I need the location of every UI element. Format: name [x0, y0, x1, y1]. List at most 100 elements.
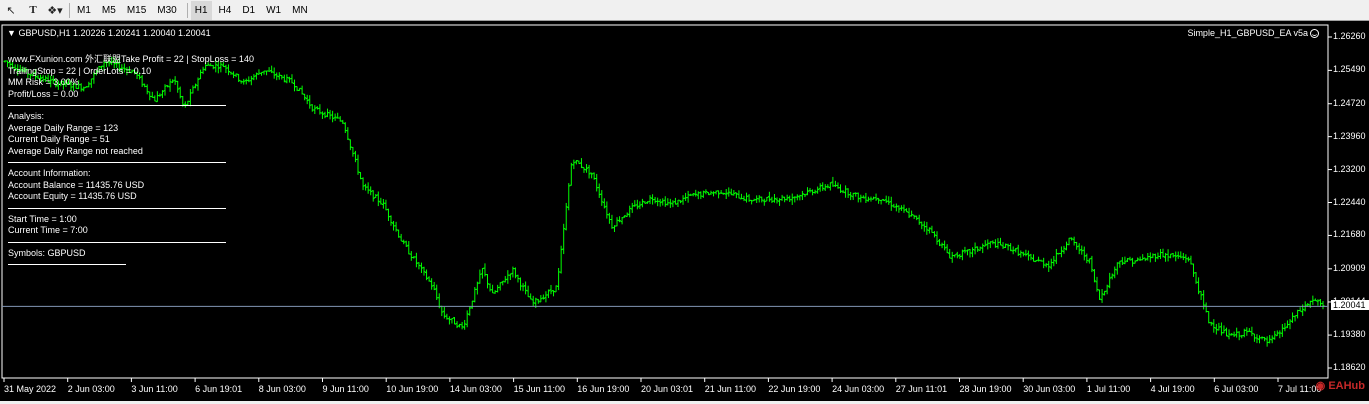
time-tick-label: 21 Jun 11:00: [704, 384, 757, 394]
timeframe-h4[interactable]: H4: [215, 1, 236, 20]
ohlc-bar: [1054, 248, 1058, 264]
ohlc-bar: [529, 293, 533, 300]
ohlc-bar: [480, 267, 484, 279]
ohlc-bar: [780, 194, 784, 201]
ohlc-bar: [1293, 315, 1297, 322]
ohlc-bar: [519, 277, 523, 291]
ohlc-bar: [414, 252, 418, 268]
timeframe-d1[interactable]: D1: [238, 1, 259, 20]
symbol-ohlc-text: GBPUSD,H1 1.20226 1.20241 1.20040 1.2004…: [18, 28, 211, 38]
ohlc-bar: [661, 198, 665, 206]
expert-advisor-name: Simple_H1_GBPUSD_EA v5a: [1187, 28, 1308, 38]
ohlc-bar: [569, 162, 573, 186]
ohlc-bar: [486, 274, 490, 289]
ohlc-bar: [963, 246, 967, 254]
ohlc-bar: [1161, 248, 1165, 258]
ohlc-bar: [351, 146, 355, 157]
ohlc-bar: [849, 191, 853, 201]
ohlc-bar: [635, 199, 639, 210]
ohlc-bar: [960, 249, 964, 261]
ohlc-bar: [772, 194, 776, 203]
timeframe-w1[interactable]: W1: [262, 1, 285, 20]
analysis-status: Average Daily Range not reached: [8, 145, 143, 156]
ohlc-bar: [587, 164, 591, 179]
time-tick-label: 2 Jun 03:00: [67, 384, 115, 394]
ohlc-bar: [767, 191, 771, 202]
ohlc-bar: [282, 74, 286, 83]
account-balance: Account Balance = 11435.76 USD: [8, 179, 145, 190]
ohlc-bar: [856, 192, 860, 203]
eahub-logo-icon: ◉: [1315, 380, 1326, 392]
shapes-dropdown-icon[interactable]: ❖▾: [44, 1, 66, 20]
ohlc-bar: [361, 177, 365, 191]
ohlc-bar: [1191, 263, 1195, 277]
timeframe-h1[interactable]: H1: [190, 0, 212, 20]
ohlc-bar: [450, 318, 454, 324]
ohlc-bar: [615, 217, 619, 227]
ohlc-bar: [1212, 319, 1216, 333]
price-chart[interactable]: ▼ GBPUSD,H1 1.20226 1.20241 1.20040 1.20…: [0, 23, 1369, 401]
ohlc-bar: [1049, 258, 1053, 270]
ohlc-bar: [407, 241, 411, 255]
ohlc-bar: [544, 291, 548, 303]
ohlc-bar: [409, 251, 413, 261]
current-price-label: 1.20041: [1331, 300, 1369, 311]
ohlc-bar: [628, 205, 632, 218]
ohlc-bar: [1113, 266, 1117, 279]
watermark: ◉ EAHub: [1316, 379, 1365, 392]
cursor-icon[interactable]: ↖: [0, 1, 22, 20]
ohlc-bar: [1065, 241, 1069, 251]
ohlc-bar: [447, 316, 451, 325]
ohlc-bar: [1098, 289, 1102, 300]
ohlc-bar: [572, 159, 576, 170]
ohlc-bar: [760, 196, 764, 203]
timeframe-mn[interactable]: MN: [288, 1, 312, 20]
info-divider: [8, 105, 226, 106]
ohlc-bar: [1024, 249, 1028, 257]
ohlc-bar: [1026, 250, 1030, 261]
ohlc-bar: [526, 285, 530, 298]
ohlc-bar: [1224, 327, 1228, 337]
time-tick-label: 31 May 2022: [4, 384, 57, 394]
ohlc-bar: [1214, 323, 1218, 335]
info-divider: [8, 207, 226, 209]
toolbar-separator: [186, 2, 188, 18]
ohlc-bar: [323, 111, 327, 119]
ohlc-bar: [605, 201, 609, 219]
collapse-triangle-icon[interactable]: ▼: [7, 28, 16, 38]
ohlc-bar: [1009, 243, 1013, 252]
ohlc-bar: [602, 198, 606, 209]
ohlc-bar: [684, 192, 688, 201]
text-tool-icon[interactable]: T: [22, 1, 44, 20]
ohlc-bar: [948, 248, 952, 259]
ohlc-bar: [874, 193, 878, 201]
ohlc-bar: [879, 199, 883, 205]
price-tick-label: 1.20909: [1333, 262, 1366, 273]
ohlc-bar: [889, 196, 893, 211]
ohlc-bar: [287, 76, 291, 83]
ohlc-bar: [513, 267, 517, 279]
ohlc-bar: [508, 273, 512, 281]
ohlc-bar: [666, 198, 670, 206]
expert-advisor-label[interactable]: Simple_H1_GBPUSD_EA v5a: [1187, 28, 1319, 38]
timeframe-m15[interactable]: M15: [123, 1, 150, 20]
ohlc-bar: [704, 189, 708, 195]
timeframe-m1[interactable]: M1: [73, 1, 95, 20]
ohlc-bar: [1250, 326, 1254, 337]
ohlc-bar: [925, 221, 929, 235]
time-tick-label: 16 Jun 19:00: [577, 384, 630, 394]
ohlc-bar: [557, 268, 561, 291]
toolbar-separator: [69, 2, 70, 18]
ohlc-bar: [300, 85, 304, 95]
time-tick-label: 24 Jun 03:00: [832, 384, 885, 394]
ohlc-bar: [585, 164, 589, 173]
timeframe-m30[interactable]: M30: [153, 1, 180, 20]
ohlc-bar: [808, 187, 812, 193]
timeframe-m5[interactable]: M5: [98, 1, 120, 20]
info-divider: [8, 162, 226, 163]
ohlc-bar: [597, 183, 601, 198]
ohlc-bar: [1318, 299, 1322, 307]
chart-toolbar: ↖ T ❖▾ M1 M5 M15 M30 H1 H4 D1 W1 MN: [0, 0, 1369, 21]
ohlc-bar: [973, 242, 977, 255]
ohlc-bar: [460, 321, 464, 330]
